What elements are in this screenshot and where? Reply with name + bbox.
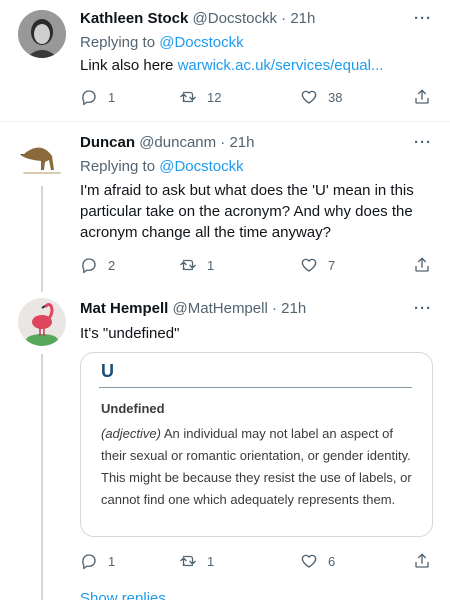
timestamp[interactable]: 21h [281,300,306,317]
tweet-header: Duncan @duncanm · 21h ··· [80,134,450,154]
like-icon [301,258,317,272]
card-term: Undefined [101,401,165,416]
replying-label: Replying to [80,34,160,51]
avatar-mat-hempell[interactable] [18,298,66,346]
tweet-text: It's "undefined" [80,325,180,342]
reply-icon [82,90,96,106]
tweet-actions: 1 12 38 [80,88,435,110]
tweet-actions: 1 1 6 [80,552,435,574]
avatar-duncan[interactable] [18,134,66,182]
author-name[interactable]: Kathleen Stock [80,10,188,27]
card-divider [99,387,412,388]
card-part-of-speech: (adjective) [101,426,161,441]
card-definition: (adjective) An individual may not label … [101,423,419,511]
timestamp[interactable]: 21h [290,10,315,27]
retweet-button[interactable]: 12 [179,88,221,106]
separator-dot: · [220,134,226,151]
tweet-header: Mat Hempell @MatHempell · 21h ··· [80,300,450,320]
tweet-text: Link also here warwick.ac.uk/services/eq… [80,55,432,76]
reply-icon [82,554,96,570]
retweet-icon [180,259,196,271]
like-button[interactable]: 38 [300,88,342,106]
reply-count: 1 [108,553,116,569]
retweet-count: 1 [207,257,215,273]
tweet-duncan[interactable]: Duncan @duncanm · 21h ··· Replying to @D… [0,122,450,292]
more-icon[interactable]: ··· [414,300,432,317]
author-handle[interactable]: @Docstockk [193,10,277,27]
tweet-text: I'm afraid to ask but what does the 'U' … [80,182,414,241]
share-button[interactable] [413,256,431,274]
share-button[interactable] [413,552,431,570]
reply-count: 1 [108,89,116,105]
separator-dot: · [271,300,277,317]
retweet-icon [180,555,196,567]
retweet-button[interactable]: 1 [179,552,214,570]
timestamp[interactable]: 21h [229,134,254,151]
like-count: 7 [328,257,336,273]
tweet-link[interactable]: warwick.ac.uk/services/equal... [178,57,384,74]
reply-button[interactable]: 1 [80,552,115,570]
reply-button[interactable]: 1 [80,88,115,106]
avatar-kathleen-stock[interactable] [18,10,66,58]
more-icon[interactable]: ··· [414,10,432,27]
retweet-button[interactable]: 1 [179,256,214,274]
replying-to: Replying to @Docstockk [80,34,244,51]
retweet-icon [180,91,196,103]
reply-count: 2 [108,257,116,273]
thread-line [41,354,43,600]
share-icon [415,553,429,568]
card-letter: U [101,361,114,381]
tweet-actions: 2 1 7 [80,256,435,278]
definition-image-card[interactable]: U Undefined (adjective) An individual ma… [80,352,433,537]
separator-dot: · [281,10,287,27]
tweet-header: Kathleen Stock @Docstockk · 21h ··· [80,10,450,30]
replying-to-handle[interactable]: @Docstockk [159,34,243,51]
replying-to: Replying to @Docstockk [80,158,244,175]
thread-line [41,186,43,292]
like-count: 6 [328,553,336,569]
show-replies-link[interactable]: Show replies [80,590,166,600]
like-button[interactable]: 6 [300,552,335,570]
share-button[interactable] [413,88,431,106]
like-button[interactable]: 7 [300,256,335,274]
retweet-count: 12 [207,89,222,105]
share-icon [415,89,429,104]
retweet-count: 1 [207,553,215,569]
like-icon [301,90,317,104]
like-count: 38 [328,89,343,105]
author-name[interactable]: Mat Hempell [80,300,168,317]
author-handle[interactable]: @duncanm [139,134,216,151]
share-icon [415,257,429,272]
author-name[interactable]: Duncan [80,134,135,151]
tweet-kathleen-stock[interactable]: Kathleen Stock @Docstockk · 21h ··· Repl… [0,0,450,120]
author-handle[interactable]: @MatHempell [173,300,268,317]
replying-to-handle[interactable]: @Docstockk [159,158,243,175]
like-icon [301,554,317,568]
tweet-text-prefix: Link also here [80,57,178,74]
replying-label: Replying to [80,158,160,175]
reply-icon [82,258,96,274]
reply-button[interactable]: 2 [80,256,115,274]
more-icon[interactable]: ··· [414,134,432,151]
